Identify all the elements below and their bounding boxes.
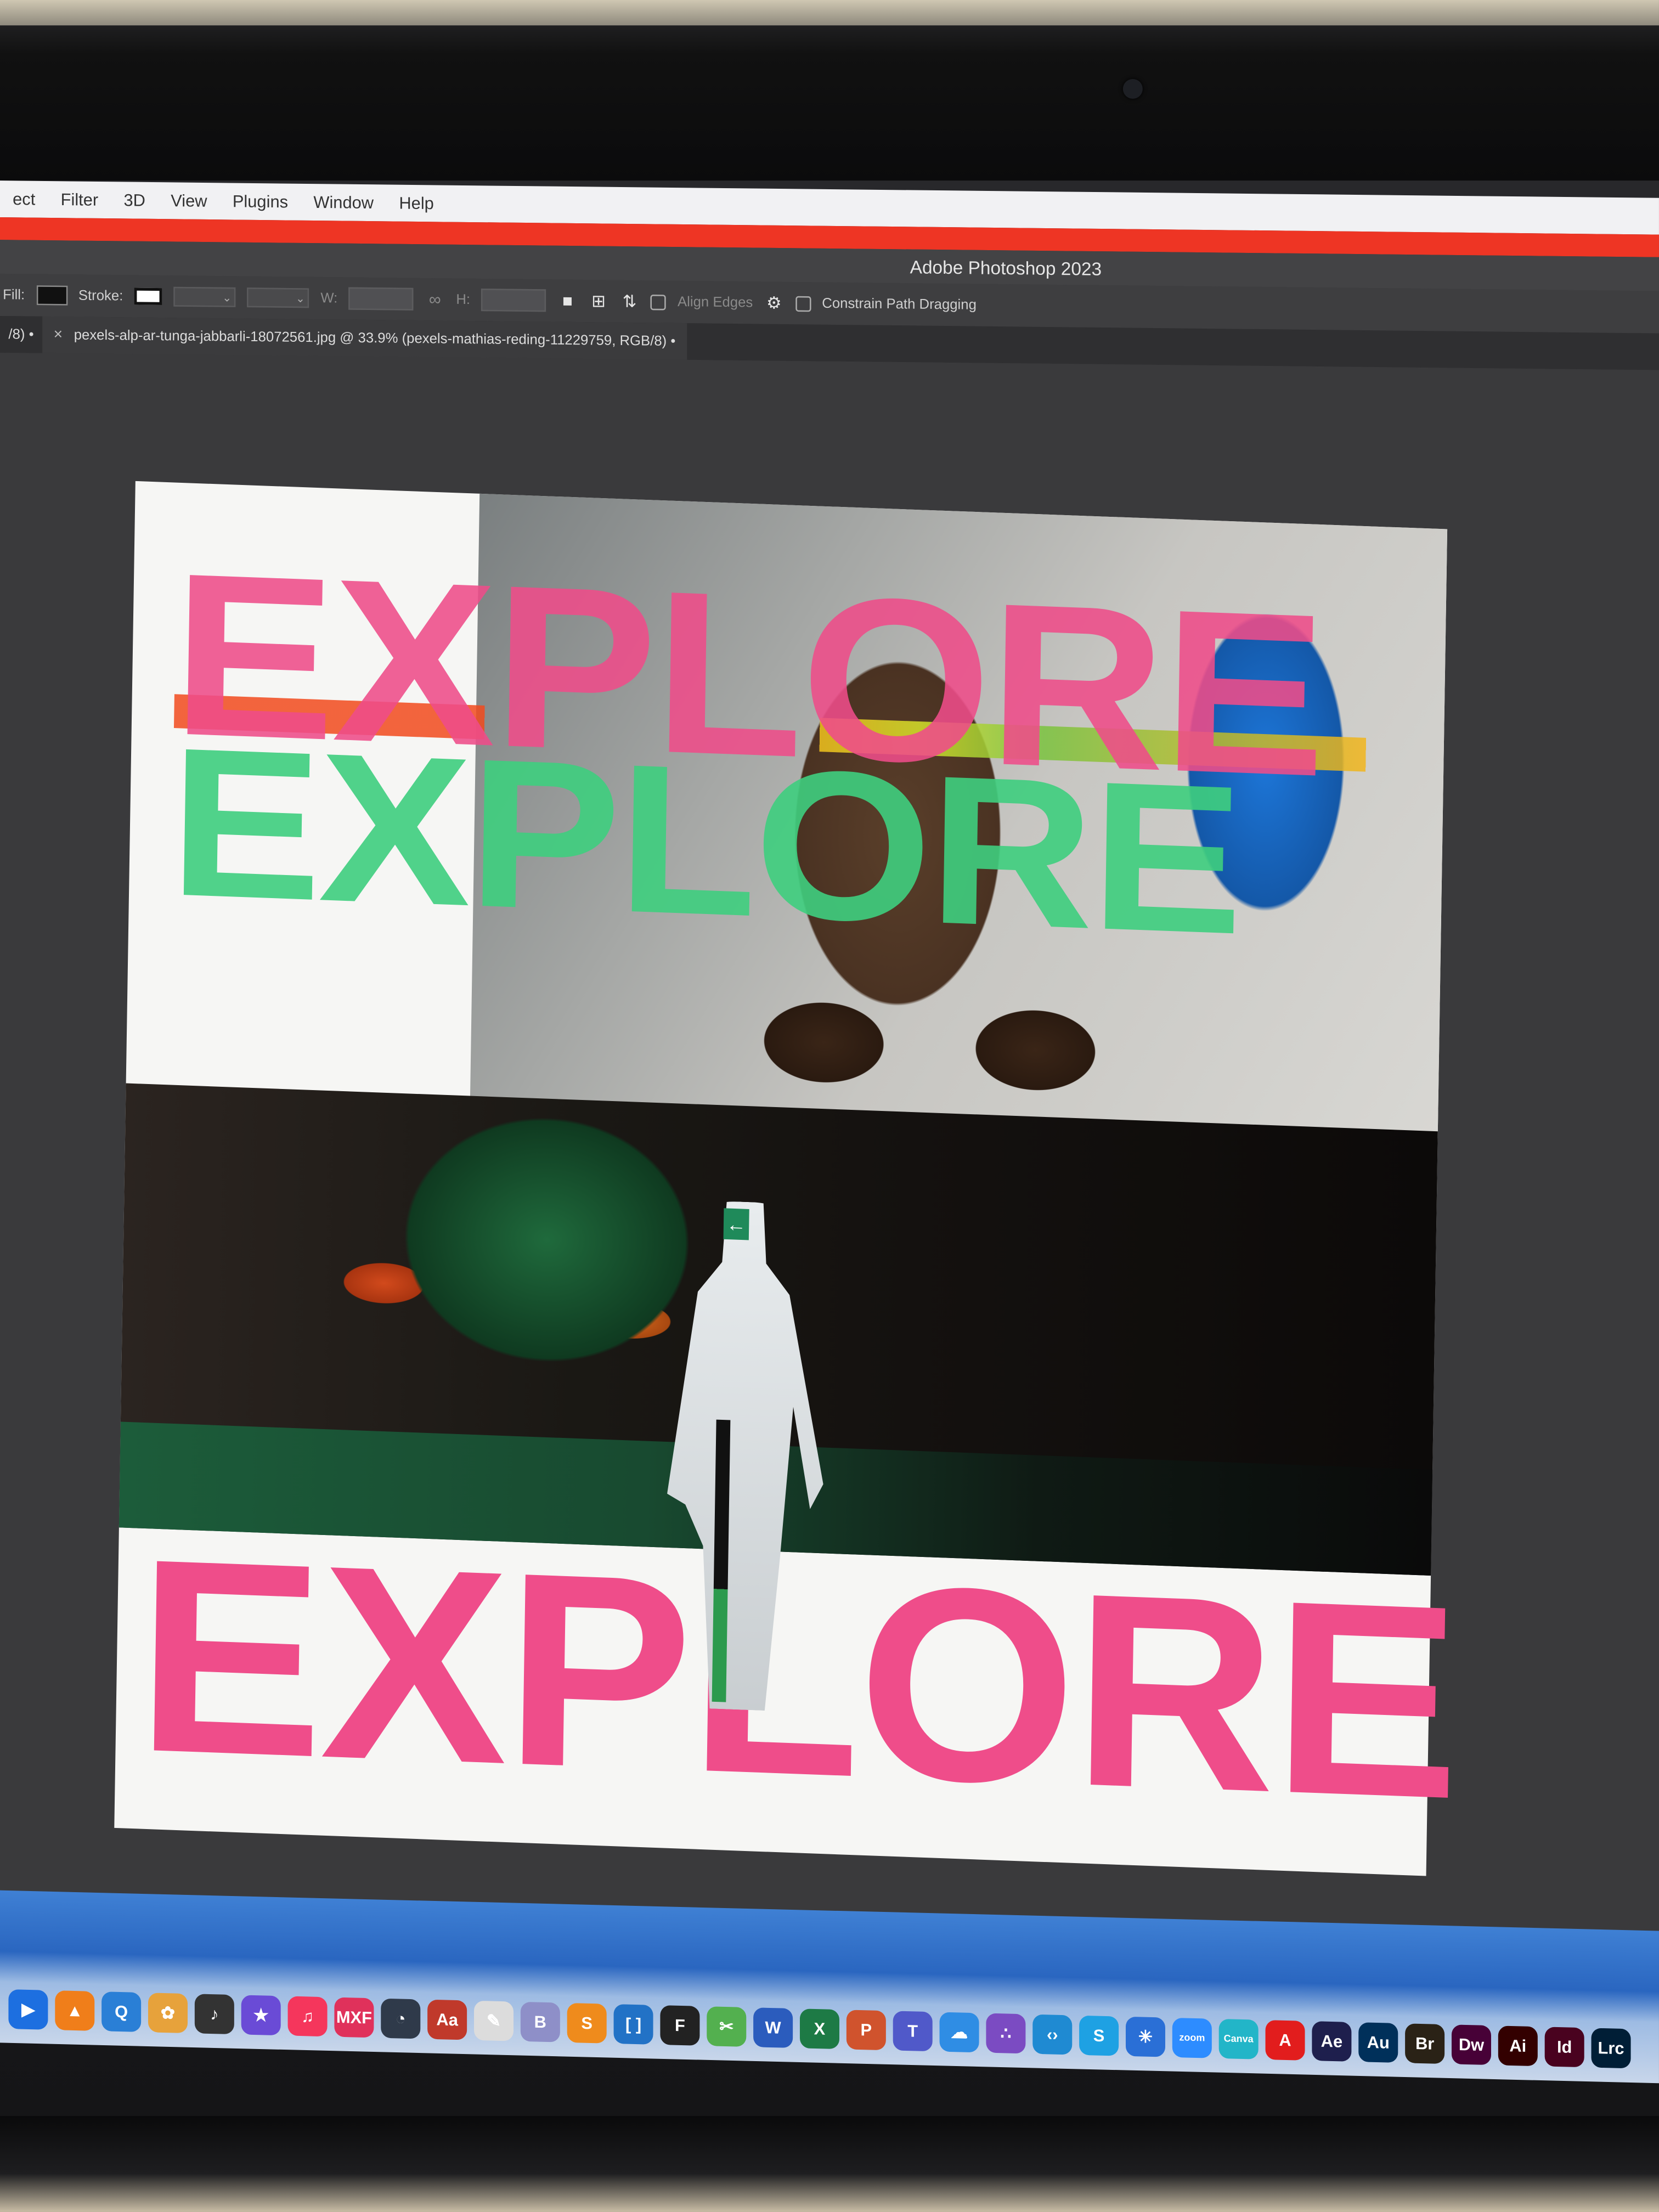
stroke-width-dropdown[interactable]: ⌄: [173, 286, 236, 307]
exit-arrow-icon: ←: [723, 1208, 749, 1240]
imovie-icon[interactable]: ★: [241, 1995, 281, 2036]
mxf-icon[interactable]: MXF: [334, 1997, 374, 2038]
bridge-icon[interactable]: Br: [1405, 2023, 1445, 2064]
finder-icon[interactable]: ▶: [8, 1989, 48, 2030]
vscode-icon[interactable]: ‹›: [1032, 2014, 1073, 2055]
bbedit-icon[interactable]: B: [520, 2001, 560, 2042]
settings-burst-icon[interactable]: ✳: [1125, 2016, 1165, 2057]
final-cut-icon[interactable]: F: [660, 2005, 700, 2046]
music-icon[interactable]: ♫: [287, 1996, 328, 2037]
menu-help[interactable]: Help: [386, 193, 447, 213]
tab-label: /8) •: [8, 326, 34, 343]
photos-icon[interactable]: ✿: [148, 1993, 188, 2034]
illustrator-icon[interactable]: Ai: [1498, 2025, 1538, 2067]
document-canvas[interactable]: EXPLORE EXPLORE EXPLORE ←: [114, 481, 1460, 1876]
menu-window[interactable]: Window: [301, 192, 386, 213]
audition-icon[interactable]: Au: [1358, 2022, 1398, 2063]
quicktime-icon[interactable]: Q: [101, 1991, 142, 2032]
word-icon[interactable]: W: [753, 2007, 793, 2048]
tab-previous-document[interactable]: /8) •: [0, 315, 43, 353]
chevron-down-icon: ⌄: [295, 291, 306, 304]
teams-icon[interactable]: T: [893, 2011, 933, 2052]
explore-text-middle: EXPLORE: [167, 702, 1243, 979]
onedrive-icon[interactable]: ☁: [939, 2012, 979, 2053]
stroke-label: Stroke:: [78, 287, 123, 304]
menu-3d[interactable]: 3D: [111, 190, 158, 211]
photo-scene: ect Filter 3D View Plugins Window Help A…: [0, 0, 1659, 2212]
menu-select[interactable]: ect: [0, 189, 48, 210]
dictionary-icon[interactable]: Aa: [427, 1999, 467, 2040]
powerpoint-icon[interactable]: P: [846, 2010, 886, 2051]
link-icon[interactable]: ∞: [425, 290, 445, 309]
sublime-icon[interactable]: S: [567, 2002, 607, 2044]
zoom-icon[interactable]: zoom: [1172, 2017, 1212, 2058]
dreamweaver-icon[interactable]: Dw: [1451, 2024, 1491, 2066]
constrain-path-checkbox[interactable]: [795, 295, 811, 312]
stroke-swatch[interactable]: [134, 287, 163, 305]
path-arrangement-icon[interactable]: ⇅: [620, 291, 640, 311]
path-alignment-icon[interactable]: ⊞: [589, 291, 608, 311]
dock-apps: ▶ ▲ Q ✿ ♪ ★ ♫ MXF ◔ Aa ✎ B S[ ] F ✂ W X P T ☁ ∴ ‹› S ✳ zoom Canva…: [8, 1989, 1631, 2069]
logic-icon[interactable]: ♪: [194, 1994, 234, 2035]
menu-plugins[interactable]: Plugins: [220, 191, 301, 212]
excel-icon[interactable]: X: [799, 2008, 839, 2050]
gear-icon[interactable]: ⚙: [764, 293, 784, 313]
skype-icon[interactable]: S: [1079, 2015, 1119, 2056]
fill-swatch[interactable]: [36, 285, 67, 306]
menu-view[interactable]: View: [158, 191, 220, 211]
app-title: Adobe Photoshop 2023: [910, 256, 1102, 279]
height-field[interactable]: [481, 289, 546, 312]
tab-active-document[interactable]: × pexels-alp-ar-tunga-jabbarli-18072561.…: [42, 316, 687, 360]
canva-icon[interactable]: Canva: [1218, 2018, 1259, 2059]
visual-studio-icon[interactable]: ∴: [986, 2013, 1026, 2054]
wall-background: [0, 0, 1659, 26]
webcam: [1122, 78, 1143, 99]
constrain-path-label: Constrain Path Dragging: [822, 295, 977, 313]
monitor-bezel-top: [0, 0, 1659, 181]
path-operations-icon[interactable]: ■: [557, 291, 577, 311]
width-label: W:: [320, 290, 338, 307]
film-icon[interactable]: ✂: [707, 2006, 747, 2047]
photoshop-window: ect Filter 3D View Plugins Window Help A…: [0, 180, 1659, 2061]
lightroom-classic-icon[interactable]: Lrc: [1591, 2028, 1631, 2069]
align-edges-checkbox[interactable]: [651, 294, 667, 310]
explore-text-bottom: EXPLORE: [134, 1501, 1460, 1858]
stroke-type-dropdown[interactable]: ⌄: [247, 287, 309, 308]
height-label: H:: [456, 291, 471, 308]
monitor-bezel-bottom: [0, 2116, 1659, 2212]
width-field[interactable]: [348, 287, 414, 311]
after-effects-icon[interactable]: Ae: [1312, 2021, 1352, 2062]
chevron-down-icon: ⌄: [222, 291, 232, 304]
vlc-icon[interactable]: ▲: [55, 1990, 95, 2031]
brackets-icon[interactable]: [ ]: [613, 2004, 653, 2045]
close-icon[interactable]: ×: [54, 326, 63, 343]
acrobat-icon[interactable]: A: [1265, 2020, 1305, 2061]
davinci-icon[interactable]: ◔: [381, 1998, 421, 2039]
menu-filter[interactable]: Filter: [48, 189, 111, 210]
indesign-icon[interactable]: Id: [1544, 2027, 1584, 2068]
fill-label: Fill:: [3, 287, 25, 303]
tab-label: pexels-alp-ar-tunga-jabbarli-18072561.jp…: [74, 327, 676, 349]
notes-icon[interactable]: ✎: [473, 2000, 514, 2041]
align-edges-label: Align Edges: [678, 294, 753, 311]
canvas-area[interactable]: EXPLORE EXPLORE EXPLORE ←: [0, 352, 1659, 1950]
